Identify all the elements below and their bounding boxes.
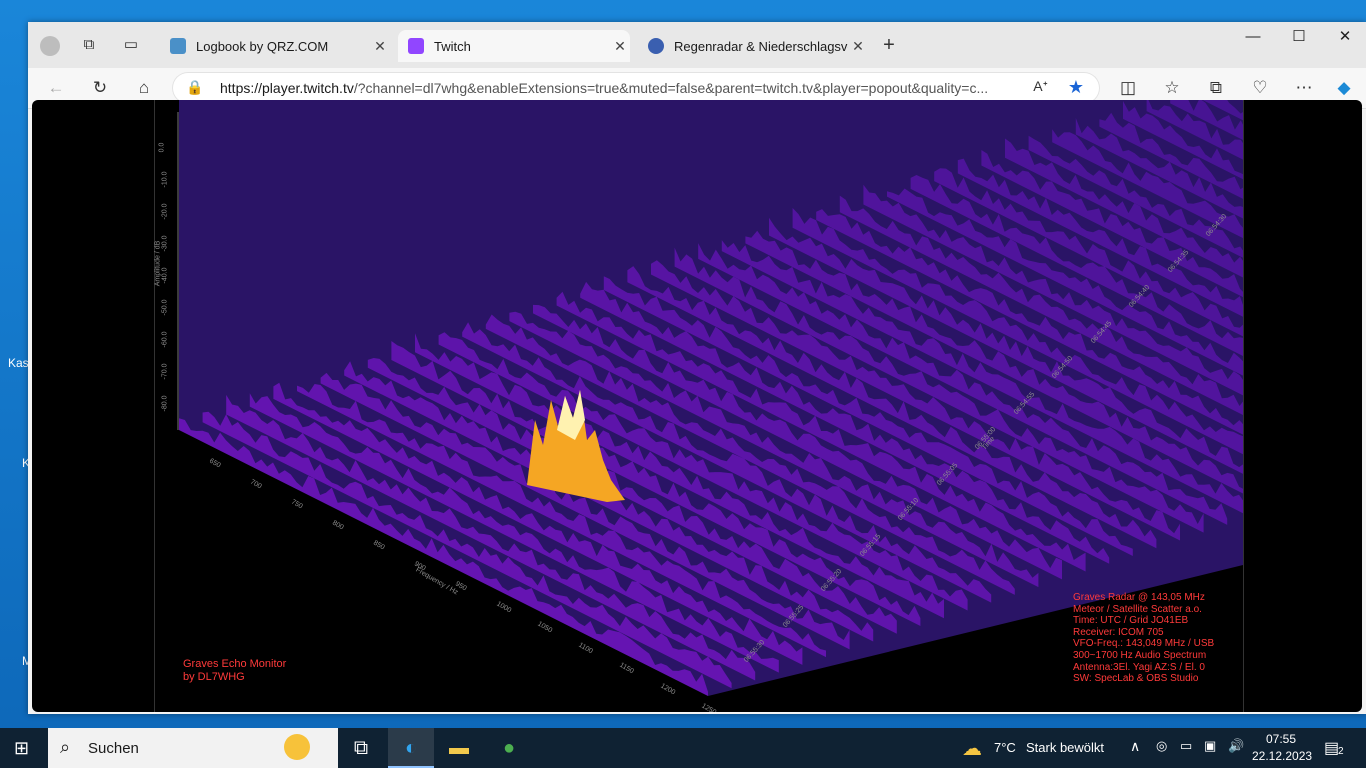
task-view-icon[interactable]: ⧉: [338, 728, 384, 768]
copilot-icon[interactable]: ◆: [1332, 76, 1356, 100]
split-screen-icon[interactable]: ◫: [1116, 76, 1140, 100]
close-window-icon[interactable]: ✕: [1322, 22, 1366, 54]
page-viewport: Graves Echo Monitor by DL7WHG Graves Rad…: [32, 100, 1362, 712]
url-text[interactable]: https://player.twitch.tv/?channel=dl7whg…: [220, 80, 1020, 96]
more-menu-icon[interactable]: ⋯: [1292, 76, 1316, 100]
collections-icon[interactable]: ⧉: [1204, 76, 1228, 100]
video-player[interactable]: Graves Echo Monitor by DL7WHG Graves Rad…: [154, 100, 1362, 712]
workspaces-icon[interactable]: ⧉: [80, 36, 98, 54]
browser-globe-taskbar-icon[interactable]: ●: [486, 728, 532, 768]
battery-icon[interactable]: ▭: [1180, 738, 1192, 754]
weather-temp[interactable]: 7°C: [994, 740, 1016, 755]
taskbar-search[interactable]: ⌕ Suchen: [48, 728, 338, 768]
new-tab-button[interactable]: +: [880, 35, 898, 55]
chevron-up-icon[interactable]: ∧: [1130, 738, 1140, 755]
desktop-icon-label[interactable]: Kas: [8, 356, 29, 370]
clock-date[interactable]: 22.12.2023: [1252, 749, 1312, 763]
info-line: SW: SpecLab & OBS Studio: [1073, 673, 1199, 685]
twitch-icon: [408, 38, 424, 54]
info-line: Graves Radar @ 143,05 MHz: [1073, 592, 1205, 603]
station-info: Graves Radar @ 143,05 MHz Meteor / Satel…: [1073, 592, 1214, 685]
tab-title: Twitch: [434, 38, 471, 54]
amplitude-tick-label: -30.0: [161, 235, 169, 252]
favorites-icon[interactable]: ☆: [1160, 76, 1184, 100]
tab-qrz[interactable]: Logbook by QRZ.COM ✕: [160, 30, 390, 62]
globe-icon: [170, 38, 186, 54]
search-label: Suchen: [88, 740, 139, 757]
edge-taskbar-icon[interactable]: ◐: [388, 728, 434, 768]
clock-time[interactable]: 07:55: [1266, 732, 1296, 746]
info-line: Antenna:3El. Yagi AZ:S / El. 0: [1073, 661, 1205, 673]
amplitude-tick-label: -60.0: [161, 331, 169, 348]
network-icon[interactable]: ▣: [1204, 738, 1216, 754]
stream-title-line: Graves Echo Monitor: [183, 658, 287, 670]
lock-icon[interactable]: 🔒: [186, 79, 203, 96]
taskbar: ⊞ ⌕ Suchen ⧉ ◐ ▬ ● ☁ 7°C Stark bewölkt ∧…: [0, 728, 1366, 768]
amplitude-axis-label: Amplitude / dB: [154, 240, 162, 287]
browser-essentials-icon[interactable]: ♡: [1248, 76, 1272, 100]
close-tab-icon[interactable]: ✕: [610, 38, 630, 55]
amplitude-tick-label: -20.0: [161, 203, 169, 220]
favorite-star-icon[interactable]: ★: [1068, 77, 1084, 98]
search-highlight-icon: [284, 734, 310, 760]
tab-bar: ⧉ ▭ Logbook by QRZ.COM ✕ Twitch ✕ Regenr…: [28, 22, 1366, 68]
info-line: Meteor / Satellite Scatter a.o.: [1073, 603, 1202, 615]
url-path: /?channel=dl7whg&enableExtensions=true&m…: [353, 80, 989, 96]
amplitude-tick-label: -40.0: [161, 267, 169, 284]
amplitude-tick-label: -10.0: [161, 171, 169, 188]
meet-now-icon[interactable]: ◎: [1156, 738, 1167, 754]
weather-site-icon: [648, 38, 664, 54]
volume-icon[interactable]: 🔊: [1228, 738, 1244, 754]
info-line: Time: UTC / Grid JO41EB: [1073, 615, 1189, 627]
tab-title: Logbook by QRZ.COM: [196, 38, 329, 54]
info-line: 300~1700 Hz Audio Spectrum: [1073, 649, 1207, 661]
weather-text[interactable]: Stark bewölkt: [1026, 740, 1104, 755]
amplitude-tick-label: -80.0: [161, 395, 169, 412]
info-line: VFO-Freq.: 143,049 MHz / USB: [1073, 638, 1215, 650]
home-icon[interactable]: ⌂: [132, 76, 156, 100]
browser-window: ⧉ ▭ Logbook by QRZ.COM ✕ Twitch ✕ Regenr…: [28, 22, 1366, 714]
notification-count: 2: [1338, 746, 1344, 757]
stream-author-line: by DL7WHG: [183, 671, 245, 683]
amplitude-tick-label: -70.0: [161, 363, 169, 380]
minimize-icon[interactable]: —: [1230, 22, 1276, 54]
windows-start-icon[interactable]: ⊞: [14, 738, 29, 759]
tab-twitch[interactable]: Twitch ✕: [398, 30, 630, 62]
file-explorer-icon[interactable]: ▬: [436, 728, 482, 768]
read-aloud-icon[interactable]: Aᐩ: [1033, 78, 1048, 95]
refresh-icon[interactable]: ↻: [88, 76, 112, 100]
stream-title: Graves Echo Monitor by DL7WHG: [183, 658, 286, 684]
notification-icon[interactable]: ▤: [1324, 738, 1339, 758]
maximize-icon[interactable]: ☐: [1276, 22, 1322, 54]
search-icon: ⌕: [60, 737, 71, 757]
vertical-tabs-icon[interactable]: ▭: [122, 36, 140, 54]
info-line: Receiver: ICOM 705: [1073, 626, 1164, 638]
weather-icon[interactable]: ☁: [962, 736, 982, 761]
close-tab-icon[interactable]: ✕: [848, 38, 868, 55]
url-host: https://player.twitch.tv: [220, 80, 354, 96]
close-tab-icon[interactable]: ✕: [370, 38, 390, 55]
tab-regenradar[interactable]: Regenradar & Niederschlagsvorh ✕: [638, 30, 868, 62]
back-icon[interactable]: ←: [44, 76, 68, 100]
amplitude-tick-label: -50.0: [161, 299, 169, 316]
tab-title: Regenradar & Niederschlagsvorh: [674, 38, 848, 54]
amplitude-tick-label: 0.0: [158, 142, 166, 153]
profile-avatar[interactable]: [40, 36, 60, 56]
